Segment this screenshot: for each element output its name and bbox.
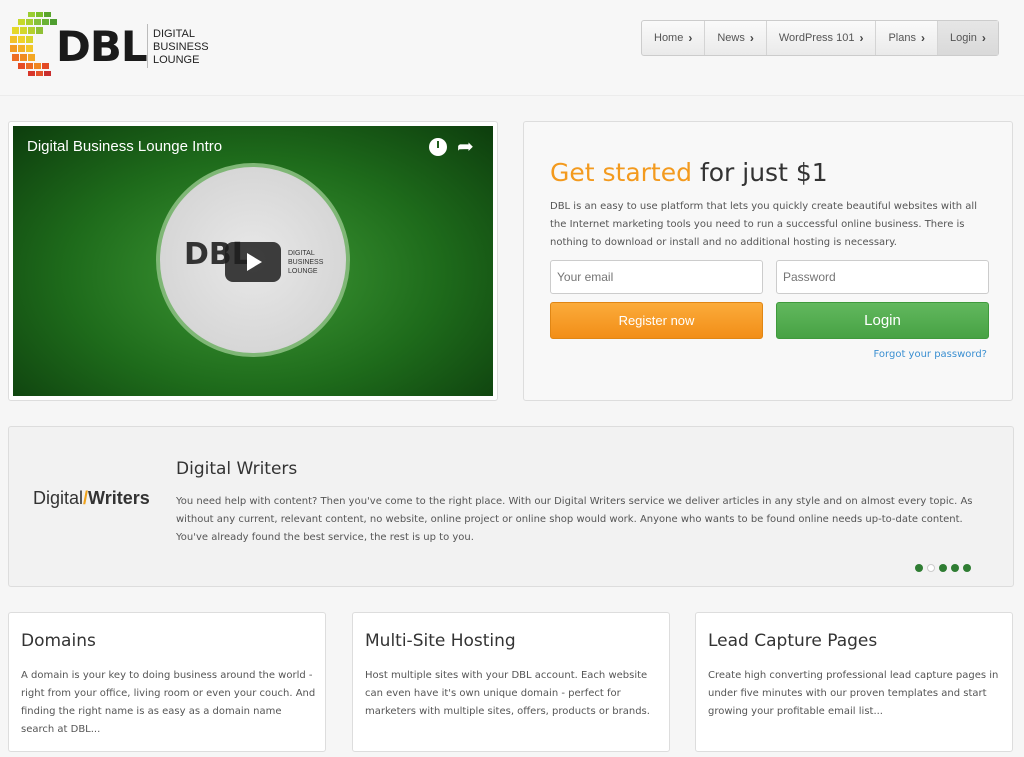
logo-text: DBL (56, 22, 148, 71)
slider-dot[interactable] (951, 564, 959, 572)
nav-item-label: News (717, 32, 745, 44)
logo-divider (147, 24, 148, 68)
feature-card-domains[interactable]: Domains A domain is your key to doing bu… (8, 612, 326, 752)
digital-writers-logo: Digital/Writers (33, 488, 150, 509)
slider-pagination (915, 564, 971, 572)
watch-later-icon[interactable] (429, 138, 447, 156)
email-field[interactable] (550, 260, 763, 294)
nav-item-label: WordPress 101 (778, 32, 855, 44)
nav-item-label: Plans (888, 32, 916, 44)
nav-item-news[interactable]: News › (705, 21, 767, 55)
share-icon[interactable]: ➦ (457, 134, 474, 158)
main-nav: Home › News › WordPress 101 › Plans › Lo… (641, 20, 999, 56)
feature-title: Lead Capture Pages (708, 631, 878, 651)
slider-dot-active[interactable] (927, 564, 935, 572)
slider-dot[interactable] (915, 564, 923, 572)
logo-sub-line: DIGITAL (153, 28, 195, 40)
site-logo[interactable]: DBL DIGITAL BUSINESS LOUNGE (8, 10, 218, 78)
feature-text: Create high converting professional lead… (708, 670, 999, 717)
signup-heading-rest: for just $1 (699, 158, 828, 187)
video-panel: Digital Business Lounge Intro ➦ DBL DIGI… (8, 121, 498, 401)
login-button[interactable]: Login (776, 302, 989, 339)
thumbnail-sub-line: LOUNGE (288, 268, 318, 275)
video-player[interactable]: Digital Business Lounge Intro ➦ DBL DIGI… (13, 126, 493, 396)
dw-logo-left: Digital (33, 488, 84, 508)
slider-dot[interactable] (963, 564, 971, 572)
forgot-password-link[interactable]: Forgot your password? (874, 349, 987, 360)
dw-logo-right: Writers (88, 488, 150, 508)
feature-title: Multi-Site Hosting (365, 631, 516, 651)
video-title[interactable]: Digital Business Lounge Intro (27, 138, 222, 155)
thumbnail-sub-line: BUSINESS (288, 259, 324, 266)
chevron-right-icon: › (981, 31, 986, 45)
feature-card-lead-capture-pages[interactable]: Lead Capture Pages Create high convertin… (695, 612, 1013, 752)
slider-dot[interactable] (939, 564, 947, 572)
nav-item-label: Home (654, 32, 684, 44)
nav-item-home[interactable]: Home › (642, 21, 706, 55)
nav-item-label: Login (950, 32, 977, 44)
password-field[interactable] (776, 260, 989, 294)
signup-heading: Get started for just $1 (550, 158, 828, 187)
chevron-right-icon: › (749, 31, 754, 45)
site-header: DBL DIGITAL BUSINESS LOUNGE Home › News … (0, 0, 1024, 96)
logo-subtitle: DIGITAL BUSINESS LOUNGE (153, 28, 209, 67)
slide-text: You need help with content? Then you've … (176, 496, 973, 543)
chevron-right-icon: › (688, 31, 693, 45)
feature-text: Host multiple sites with your DBL accoun… (365, 670, 650, 717)
nav-item-plans[interactable]: Plans › (876, 21, 938, 55)
play-icon[interactable] (225, 242, 281, 282)
feature-card-multi-site-hosting[interactable]: Multi-Site Hosting Host multiple sites w… (352, 612, 670, 752)
thumbnail-sub-line: DIGITAL (288, 250, 315, 257)
signup-panel: Get started for just $1 DBL is an easy t… (523, 121, 1013, 401)
thumbnail-subtitle: DIGITAL BUSINESS LOUNGE (288, 249, 323, 276)
signup-description: DBL is an easy to use platform that lets… (550, 201, 977, 248)
nav-item-login[interactable]: Login › (938, 21, 998, 55)
logo-sub-line: BUSINESS (153, 41, 209, 53)
chevron-right-icon: › (859, 31, 864, 45)
featured-slider: Digital/Writers Digital Writers You need… (8, 426, 1014, 587)
feature-title: Domains (21, 631, 96, 651)
chevron-right-icon: › (921, 31, 925, 45)
nav-item-wordpress-101[interactable]: WordPress 101 › (767, 21, 877, 55)
feature-text: A domain is your key to doing business a… (21, 670, 316, 735)
signup-heading-highlight: Get started (550, 158, 692, 187)
register-button[interactable]: Register now (550, 302, 763, 339)
logo-sub-line: LOUNGE (153, 54, 200, 66)
slide-title: Digital Writers (176, 459, 298, 479)
